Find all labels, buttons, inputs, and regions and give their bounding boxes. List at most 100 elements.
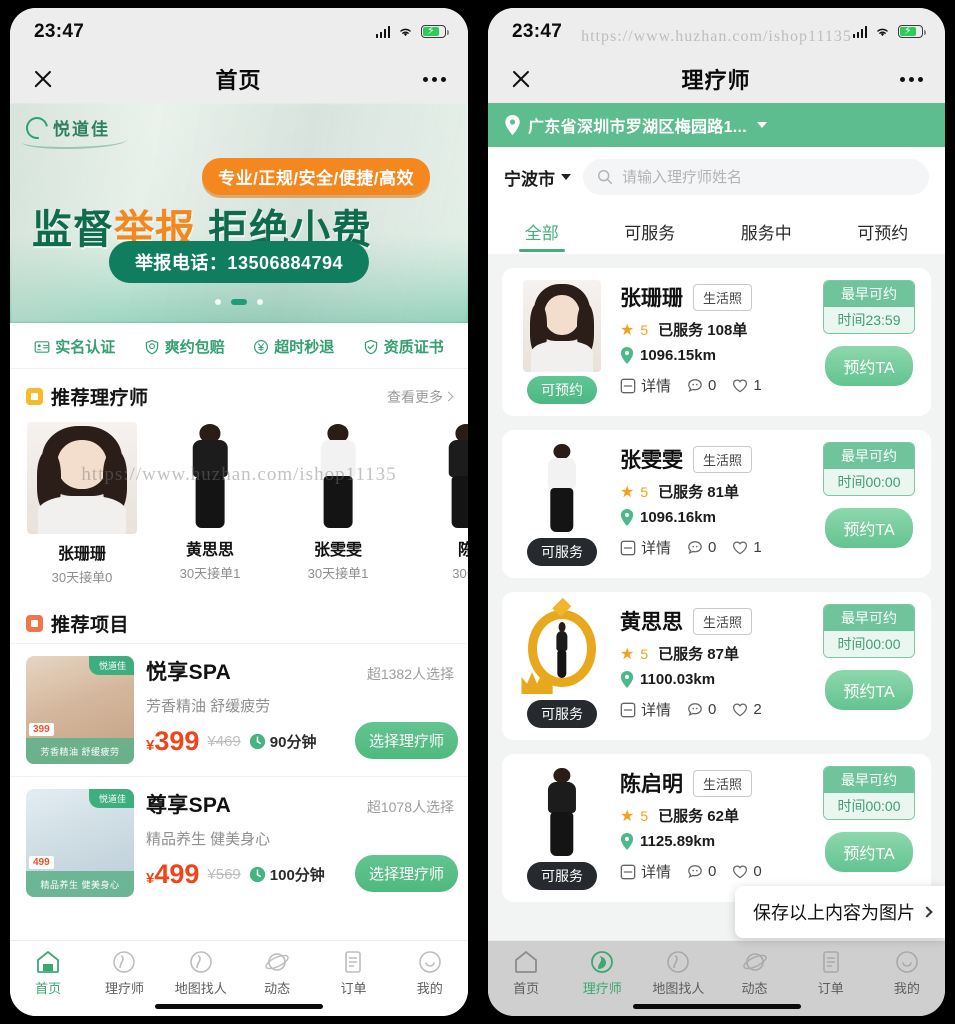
therapist-orders: 30天: [452, 566, 468, 581]
promo-banner[interactable]: 悦道佳 专业/正规/安全/便捷/高效 监督举报 拒绝小费 举报电话：135068…: [10, 103, 468, 323]
tab-bookable[interactable]: 可预约: [853, 213, 912, 254]
save-as-image-button[interactable]: 保存以上内容为图片: [735, 886, 945, 938]
heart-icon: [733, 379, 748, 392]
therapist-thumb[interactable]: 张珊珊 30天接单0: [18, 422, 146, 586]
book-button[interactable]: 预约TA: [825, 346, 913, 386]
tab-orders[interactable]: 订单: [794, 949, 868, 997]
left-phone-frame: 23:47 ⚡ 首页 悦道佳 专业/正规/安全/便捷/高效 监督举报 拒绝小费 …: [0, 0, 478, 1024]
comment-action[interactable]: 0: [687, 863, 716, 880]
tab-therapist[interactable]: 理疗师: [565, 949, 639, 997]
therapist-card[interactable]: 可服务 张雯雯 生活照 ★ 5 已服务 81单 1096.16km 详情 0 1…: [502, 430, 931, 578]
therapist-card[interactable]: 可服务 陈启明 生活照 ★ 5 已服务 62单 1125.89km 详情 0 0…: [502, 754, 931, 902]
carousel-dots[interactable]: [215, 299, 263, 305]
therapist-thumb[interactable]: 张雯雯 30天接单1: [274, 422, 402, 586]
soonest-label: 最早可约: [824, 767, 914, 793]
search-input[interactable]: [622, 168, 915, 186]
tab-in-service[interactable]: 服务中: [737, 213, 796, 254]
more-dots-icon[interactable]: [422, 76, 446, 82]
detail-button[interactable]: 详情: [620, 375, 671, 396]
like-action[interactable]: 1: [732, 377, 762, 394]
soonest-time: 时间23:59: [824, 307, 914, 333]
tab-mine[interactable]: 我的: [393, 949, 467, 997]
therapist-thumb[interactable]: 黄思思 30天接单1: [146, 422, 274, 586]
location-bar[interactable]: 广东省深圳市罗湖区梅园路1...: [488, 103, 945, 147]
soonest-label: 最早可约: [824, 443, 914, 469]
tab-map-find[interactable]: 地图找人: [164, 949, 238, 997]
project-duration: 90分钟: [249, 731, 316, 752]
project-row[interactable]: 悦道佳 399 芳香精油 舒缓疲劳 悦享SPA 超1382人选择 芳香精油 舒缓…: [10, 643, 468, 776]
caret-down-icon: [757, 122, 768, 128]
comment-action[interactable]: 0: [687, 539, 716, 556]
price-value: 399: [154, 726, 200, 756]
therapist-thumb-row[interactable]: https://www.huzhan.com/ishop11135 张珊珊 30…: [10, 416, 468, 596]
avatar-column: 可服务: [514, 766, 610, 890]
served-count: 已服务 87单: [658, 646, 739, 663]
feature-item-certificate[interactable]: 资质证书: [363, 336, 444, 357]
book-button[interactable]: 预约TA: [825, 832, 913, 872]
therapist-thumb[interactable]: 陈 30天: [402, 422, 468, 586]
search-box[interactable]: [583, 159, 929, 195]
view-more-link[interactable]: 查看更多: [387, 387, 454, 407]
tab-home[interactable]: 首页: [11, 949, 85, 997]
star-icon: ★: [620, 483, 635, 501]
book-button[interactable]: 预约TA: [825, 508, 913, 548]
tab-dynamic[interactable]: 动态: [240, 949, 314, 997]
more-dots-icon[interactable]: [899, 76, 923, 82]
choose-therapist-button[interactable]: 选择理疗师: [354, 855, 458, 892]
status-badge: 可服务: [527, 862, 597, 890]
comment-count: 0: [708, 377, 717, 394]
tab-home[interactable]: 首页: [489, 949, 563, 997]
avatar[interactable]: [523, 280, 601, 372]
avatar[interactable]: [523, 766, 601, 858]
feature-item-refund[interactable]: 超时秒退: [253, 336, 334, 357]
right-phone-frame: https://www.huzhan.com/ishop11135 23:47 …: [478, 0, 955, 1024]
choose-therapist-button[interactable]: 选择理疗师: [354, 722, 458, 759]
detail-button[interactable]: 详情: [620, 699, 671, 720]
tab-label: 订单: [817, 981, 844, 996]
close-icon[interactable]: [510, 68, 532, 90]
avatar[interactable]: [523, 442, 601, 534]
therapist-card[interactable]: 可服务 黄思思 生活照 ★ 5 已服务 87单 1100.03km 详情 0 2…: [502, 592, 931, 740]
right-content: 广东省深圳市罗湖区梅园路1... 宁波市 全部 可服务: [488, 103, 945, 940]
detail-button[interactable]: 详情: [620, 861, 671, 882]
project-price: ¥399: [146, 728, 199, 755]
project-row[interactable]: 悦道佳 499 精品养生 健美身心 尊享SPA 超1078人选择 精品养生 健美…: [10, 776, 468, 909]
close-icon[interactable]: [32, 68, 54, 90]
like-action[interactable]: 0: [732, 863, 762, 880]
comment-action[interactable]: 0: [687, 377, 716, 394]
shield-check-icon: [145, 339, 158, 354]
distance-value: 1096.16km: [640, 509, 716, 526]
therapist-card[interactable]: 可预约 张珊珊 生活照 ★ 5 已服务 108单 1096.15km 详情 0 …: [502, 268, 931, 416]
tab-mine[interactable]: 我的: [870, 949, 944, 997]
project-title-row: 尊享SPA 超1078人选择: [146, 789, 454, 819]
star-icon: ★: [620, 645, 635, 663]
save-as-image-label: 保存以上内容为图片: [753, 903, 915, 923]
comment-icon: [688, 378, 702, 392]
feature-item-realname[interactable]: 实名认证: [34, 336, 115, 357]
signal-bars-icon: [375, 25, 390, 38]
therapist-name: 陈启明: [620, 773, 683, 796]
like-action[interactable]: 1: [732, 539, 762, 556]
city-selector[interactable]: 宁波市: [504, 165, 571, 190]
tab-all[interactable]: 全部: [521, 213, 563, 254]
tab-therapist[interactable]: 理疗师: [87, 949, 161, 997]
therapist-card-list[interactable]: 可预约 张珊珊 生活照 ★ 5 已服务 108单 1096.15km 详情 0 …: [488, 254, 945, 940]
avatar[interactable]: [521, 598, 601, 696]
headline-part1: 监督: [32, 208, 114, 252]
tab-orders[interactable]: 订单: [316, 949, 390, 997]
search-row: 宁波市: [488, 147, 945, 205]
feature-item-guarantee[interactable]: 爽约包赔: [144, 336, 225, 357]
distance-row: 1096.15km: [620, 347, 811, 364]
tab-available[interactable]: 可服务: [620, 213, 679, 254]
minus-box-icon: [620, 864, 636, 879]
tab-map-find[interactable]: 地图找人: [641, 949, 715, 997]
status-badge: 可服务: [527, 538, 597, 566]
book-button[interactable]: 预约TA: [825, 670, 913, 710]
card-actions: 详情 0 2: [620, 699, 811, 720]
star-icon: ★: [620, 321, 635, 339]
like-action[interactable]: 2: [732, 701, 762, 718]
card-actions: 详情 0 1: [620, 537, 811, 558]
tab-dynamic[interactable]: 动态: [718, 949, 792, 997]
comment-action[interactable]: 0: [687, 701, 716, 718]
detail-button[interactable]: 详情: [620, 537, 671, 558]
